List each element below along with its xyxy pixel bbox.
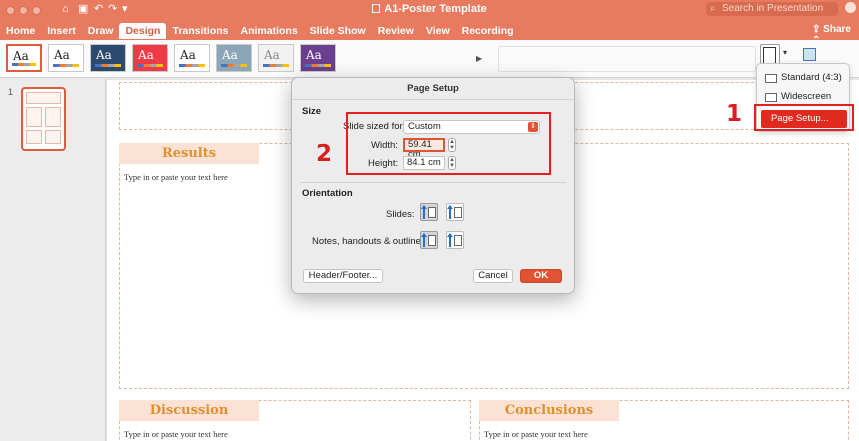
highlight-page-setup (754, 104, 854, 131)
theme-2[interactable]: Aa (48, 44, 84, 72)
theme-color-bar (95, 64, 121, 67)
ribbon-tabs: Home Insert Draw Design Transitions Animation… (0, 23, 520, 39)
notes-landscape-button[interactable] (446, 231, 464, 249)
tab-recording[interactable]: Recording (456, 23, 520, 39)
variants-gallery[interactable] (498, 46, 756, 72)
highlight-size-fields (346, 112, 551, 175)
theme-label: Aa (180, 48, 196, 62)
theme-8[interactable]: Aa (300, 44, 336, 72)
results-title[interactable]: Results (119, 143, 259, 164)
theme-label: Aa (306, 48, 322, 62)
title-bar: ⌂ ▣ ↶ ↷ ▾ A1-Poster Template ⌕ Search in … (0, 0, 859, 46)
standard-ratio-icon (765, 74, 777, 83)
landscape-page-icon (454, 235, 462, 246)
share-label: Share (823, 24, 851, 35)
theme-label: Aa (264, 48, 280, 62)
notes-orientation-label: Notes, handouts & outlines: (312, 236, 429, 247)
discussion-title[interactable]: Discussion (119, 400, 259, 421)
portrait-arrow-icon (421, 233, 427, 247)
tab-review[interactable]: Review (372, 23, 420, 39)
theme-label: Aa (54, 48, 70, 62)
more-themes-arrow-icon[interactable]: ▶ (476, 54, 482, 63)
theme-label: Aa (222, 48, 238, 62)
tab-insert[interactable]: Insert (41, 23, 82, 39)
conclusions-text[interactable]: Type in or paste your text here (484, 429, 588, 439)
tab-design[interactable]: Design (119, 23, 167, 39)
tab-transitions[interactable]: Transitions (166, 23, 234, 39)
theme-color-bar (12, 63, 36, 66)
menu-item-standard[interactable]: Standard (4:3) (761, 69, 847, 87)
portrait-arrow-icon (421, 205, 427, 219)
theme-6[interactable]: Aa (216, 44, 252, 72)
page-setup-dialog: Page Setup Size Slide sized for: Custom ⇕… (291, 77, 575, 294)
landscape-page-icon (454, 207, 462, 218)
ok-button[interactable]: OK (520, 269, 562, 283)
profile-icon[interactable] (845, 2, 856, 13)
thumb-block (26, 107, 42, 127)
portrait-page-icon (428, 207, 436, 218)
divider (300, 182, 566, 183)
slide-thumbnails-pane: 1 (0, 79, 106, 441)
landscape-arrow-icon (447, 233, 453, 247)
conclusions-title[interactable]: Conclusions (479, 400, 619, 421)
slide-thumbnail[interactable] (21, 87, 66, 151)
discussion-text[interactable]: Type in or paste your text here (124, 429, 228, 439)
chevron-down-icon[interactable]: ▾ (783, 48, 787, 57)
notes-portrait-button[interactable] (420, 231, 438, 249)
theme-4[interactable]: Aa (132, 44, 168, 72)
theme-color-bar (263, 64, 289, 67)
search-icon: ⌕ (710, 3, 716, 14)
thumb-block (26, 130, 42, 144)
search-input[interactable]: ⌕ Search in Presentation (706, 2, 838, 16)
slides-portrait-button[interactable] (420, 203, 438, 221)
theme-label: Aa (96, 48, 112, 62)
design-ribbon: Aa Aa Aa Aa Aa Aa Aa Aa ▶ ▾ (0, 40, 859, 78)
format-background-icon (803, 48, 816, 61)
theme-5[interactable]: Aa (174, 44, 210, 72)
cancel-button[interactable]: Cancel (473, 269, 513, 283)
theme-color-bar (53, 64, 79, 67)
theme-color-bar (305, 64, 331, 67)
theme-color-bar (137, 64, 163, 67)
tab-animations[interactable]: Animations (235, 23, 304, 39)
menu-item-label: Standard (4:3) (781, 72, 842, 83)
theme-7[interactable]: Aa (258, 44, 294, 72)
slide-number: 1 (8, 87, 14, 97)
annotation-step-1: 1 (726, 101, 743, 127)
thumb-block (26, 92, 61, 104)
theme-label: Aa (13, 49, 29, 63)
size-heading: Size (302, 106, 322, 117)
annotation-step-2: 2 (316, 141, 333, 167)
slides-orientation-label: Slides: (386, 209, 415, 220)
portrait-page-icon (428, 235, 436, 246)
theme-color-bar (179, 64, 205, 67)
theme-office[interactable]: Aa (6, 44, 42, 72)
theme-color-bar (221, 64, 247, 67)
widescreen-ratio-icon (765, 93, 777, 102)
orientation-heading: Orientation (302, 188, 353, 199)
document-icon (372, 4, 381, 13)
thumb-block (45, 107, 61, 127)
window-title-text: A1-Poster Template (384, 3, 487, 15)
dialog-title: Page Setup (407, 83, 459, 94)
tab-home[interactable]: Home (0, 23, 41, 39)
tab-draw[interactable]: Draw (82, 23, 120, 39)
search-placeholder: Search in Presentation (722, 3, 824, 14)
thumb-block (45, 130, 61, 144)
results-text[interactable]: Type in or paste your text here (124, 172, 228, 182)
tab-slide-show[interactable]: Slide Show (304, 23, 372, 39)
theme-3[interactable]: Aa (90, 44, 126, 72)
tab-view[interactable]: View (420, 23, 456, 39)
theme-label: Aa (138, 48, 154, 62)
landscape-arrow-icon (447, 205, 453, 219)
slides-landscape-button[interactable] (446, 203, 464, 221)
header-footer-button[interactable]: Header/Footer... (303, 269, 383, 283)
divider (292, 99, 574, 100)
